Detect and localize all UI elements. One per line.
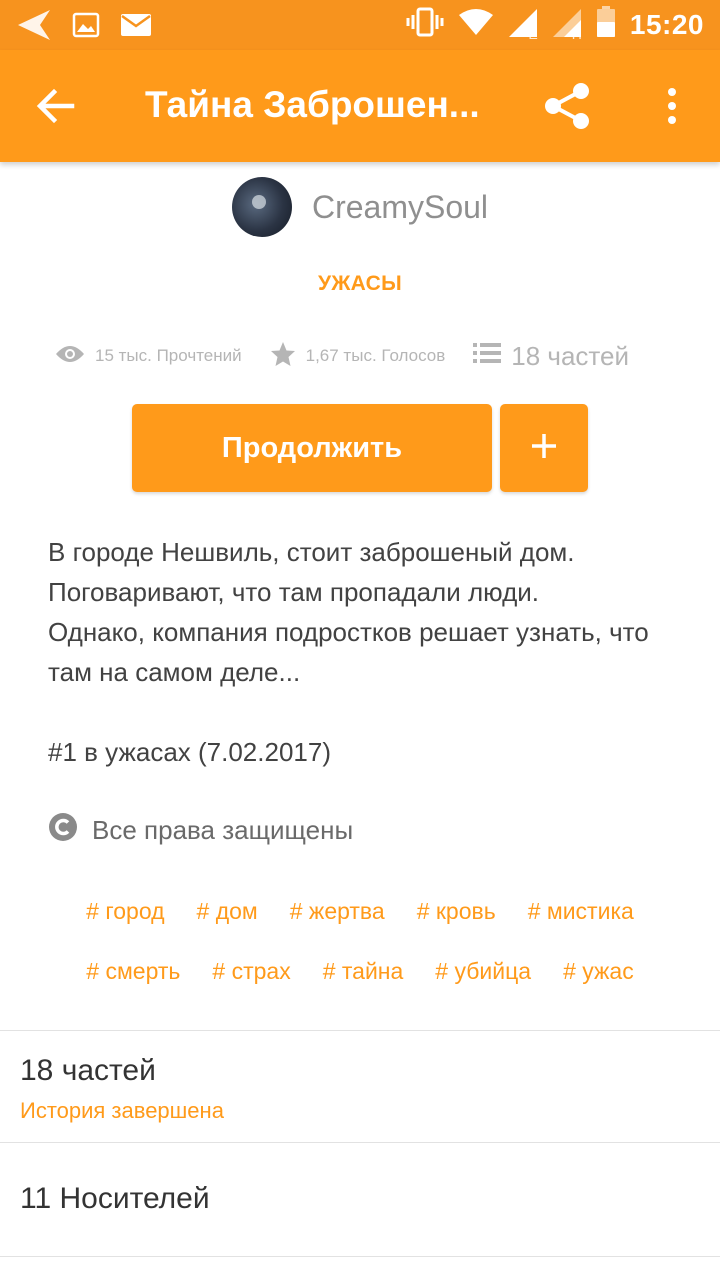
star-icon — [270, 341, 296, 372]
navigation-icon — [16, 8, 52, 47]
eye-icon — [55, 344, 85, 369]
story-description: В городе Нешвиль, стоит заброшеный дом. … — [48, 537, 649, 767]
battery-icon — [596, 6, 616, 43]
divider — [0, 1256, 720, 1257]
tag[interactable]: # мистика — [528, 898, 634, 925]
tags-row: # город # дом # жертва # кровь # мистика — [0, 898, 720, 925]
copyright-text: Все права защищены — [92, 815, 354, 845]
divider — [0, 1142, 720, 1143]
tag[interactable]: # город — [86, 898, 164, 925]
continue-reading-button[interactable]: Продолжить — [132, 404, 492, 492]
reads-count: 15 тыс. Прочтений — [95, 346, 242, 365]
signal-strength-2: H — [552, 8, 582, 42]
mail-icon — [120, 13, 152, 42]
carriers-section-title[interactable]: 11 Носителей — [20, 1182, 210, 1216]
author-name[interactable]: CreamySoul — [312, 189, 488, 226]
tags-row: # смерть # страх # тайна # убийца # ужас — [0, 958, 720, 985]
story-stats: 15 тыс. Прочтений 1,67 тыс. Голосов 18 ч… — [55, 336, 685, 376]
parts-count: 18 частей — [511, 340, 630, 371]
reads-stat: 15 тыс. Прочтений — [55, 344, 242, 369]
sim1-network-type: E — [528, 25, 538, 42]
votes-count: 1,67 тыс. Голосов — [305, 346, 446, 365]
sim2-network-type: H — [571, 25, 582, 42]
back-arrow-icon[interactable] — [36, 86, 76, 126]
divider — [0, 1030, 720, 1031]
more-vert-icon[interactable] — [660, 86, 684, 126]
app-bar: Тайна Заброшен... — [0, 50, 720, 162]
tag[interactable]: # жертва — [290, 898, 385, 925]
add-to-library-button[interactable] — [500, 404, 588, 492]
story-title: Тайна Заброшен... — [145, 84, 480, 125]
list-icon — [473, 341, 502, 372]
avatar[interactable] — [231, 177, 292, 237]
image-icon — [72, 12, 100, 43]
author-row[interactable]: CreamySoul — [0, 172, 720, 242]
wifi-icon — [458, 8, 494, 41]
tag[interactable]: # смерть — [86, 958, 180, 985]
vibrate-icon — [406, 7, 444, 42]
genre-label[interactable]: УЖАСЫ — [0, 272, 720, 296]
tag[interactable]: # тайна — [323, 958, 404, 985]
tag[interactable]: # ужас — [563, 958, 634, 985]
copyright-notice: Все права защищены — [48, 812, 353, 849]
story-status: История завершена — [20, 1098, 224, 1123]
plus-icon — [530, 432, 558, 465]
copyright-icon — [48, 812, 78, 849]
tag[interactable]: # страх — [212, 958, 290, 985]
parts-stat: 18 частей — [473, 341, 629, 372]
status-bar: E H 15:20 — [0, 0, 720, 50]
parts-section-title[interactable]: 18 частей — [20, 1054, 156, 1088]
votes-stat: 1,67 тыс. Голосов — [270, 341, 446, 372]
signal-strength-1: E — [508, 8, 538, 42]
share-icon[interactable] — [543, 81, 593, 131]
clock: 15:20 — [629, 8, 704, 40]
tag[interactable]: # убийца — [435, 958, 531, 985]
tag[interactable]: # дом — [197, 898, 258, 925]
tag[interactable]: # кровь — [417, 898, 496, 925]
